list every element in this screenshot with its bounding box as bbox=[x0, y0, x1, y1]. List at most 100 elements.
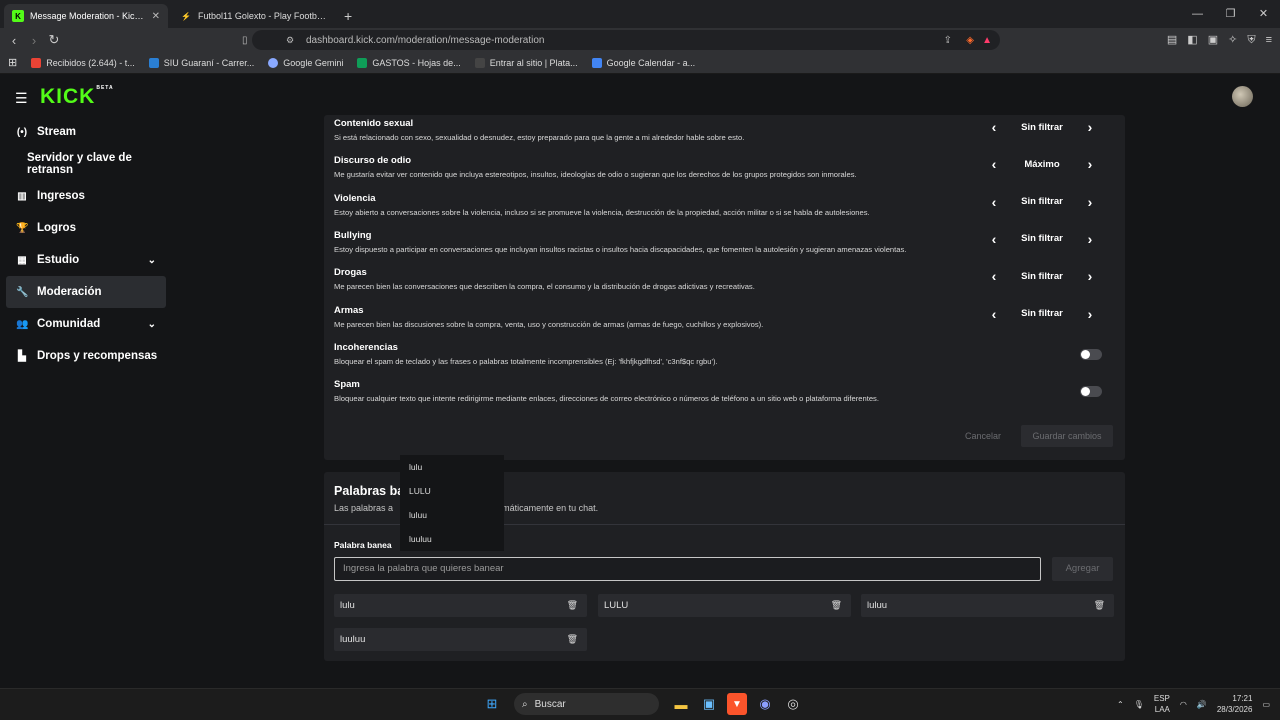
share-icon[interactable]: ⇪ bbox=[944, 35, 952, 46]
cancel-button[interactable]: Cancelar bbox=[965, 431, 1001, 441]
save-changes-button[interactable]: Guardar cambios bbox=[1021, 425, 1113, 447]
discord-icon[interactable]: ◉ bbox=[755, 693, 775, 715]
trash-icon[interactable]: 🗑 bbox=[831, 594, 842, 617]
chevron-right-icon[interactable]: › bbox=[1080, 194, 1100, 210]
system-tray: ⌃ 🎙 ESP LAA ◠ 🔊 17:21 28/3/2026 ▭ bbox=[1117, 693, 1270, 715]
chevron-left-icon[interactable]: ‹ bbox=[984, 306, 1004, 322]
apps-icon[interactable]: ⊞ bbox=[8, 56, 17, 69]
banned-word-chip: luluu 🗑 bbox=[861, 594, 1114, 617]
mic-icon[interactable]: 🎙 bbox=[1134, 700, 1144, 709]
leo-ai-icon[interactable]: ✧ bbox=[1228, 28, 1237, 52]
rule-toggle[interactable] bbox=[1080, 386, 1102, 398]
desc-left: Las palabras a bbox=[334, 503, 394, 513]
filter-level-selector: ‹ Sin filtrar › bbox=[984, 119, 1100, 135]
forward-icon[interactable]: › bbox=[24, 33, 44, 48]
back-icon[interactable]: ‹ bbox=[4, 33, 24, 48]
minimize-icon[interactable]: — bbox=[1181, 0, 1214, 28]
sidebar-item-label: Estudio bbox=[37, 254, 80, 266]
bookmark-gmail[interactable]: Recibidos (2.644) - t... bbox=[31, 57, 135, 68]
studio-icon: ▦ bbox=[17, 254, 27, 266]
chevron-left-icon[interactable]: ‹ bbox=[984, 231, 1004, 247]
banned-word-input[interactable]: Ingresa la palabra que quieres banear bbox=[334, 557, 1041, 581]
chevron-left-icon[interactable]: ‹ bbox=[984, 119, 1004, 135]
brave-rewards-icon[interactable]: ▲ bbox=[982, 35, 992, 46]
sidebar-item-ingresos[interactable]: ▥ Ingresos bbox=[6, 180, 166, 212]
sidebar-item-stream[interactable]: (•) Stream bbox=[6, 116, 166, 148]
close-window-icon[interactable]: ✕ bbox=[1247, 0, 1280, 28]
chevron-left-icon[interactable]: ‹ bbox=[984, 194, 1004, 210]
avatar[interactable] bbox=[1232, 86, 1253, 107]
language-indicator[interactable]: ESP LAA bbox=[1154, 693, 1170, 715]
bookmark-icon[interactable]: ▯ bbox=[242, 35, 248, 46]
trash-icon[interactable]: 🗑 bbox=[567, 628, 578, 651]
bookmark-calendar[interactable]: Google Calendar - a... bbox=[591, 57, 695, 68]
sidebar-icon[interactable]: ◧ bbox=[1187, 28, 1197, 52]
taskbar-search[interactable]: ⌕ Buscar bbox=[514, 693, 659, 715]
file-explorer-icon[interactable]: ▬ bbox=[671, 693, 691, 715]
tab-message-moderation[interactable]: K Message Moderation - Kick Dashb ✕ bbox=[4, 4, 168, 28]
rule-toggle[interactable] bbox=[1080, 348, 1102, 360]
bookmark-label: GASTOS - Hojas de... bbox=[372, 57, 461, 68]
tab-title: Futbol11 Golexto - Play Football Co bbox=[198, 11, 328, 21]
rule-title: Incoherencias bbox=[334, 341, 398, 353]
add-word-button[interactable]: Agregar bbox=[1052, 557, 1113, 581]
filter-level-value: Sin filtrar bbox=[1021, 196, 1063, 208]
chevron-right-icon[interactable]: › bbox=[1080, 268, 1100, 284]
autocomplete-option[interactable]: luuluu bbox=[400, 527, 504, 551]
browser-tabbar: K Message Moderation - Kick Dashb ✕ ⚡ Fu… bbox=[0, 0, 1280, 28]
chevron-left-icon[interactable]: ‹ bbox=[984, 268, 1004, 284]
wallet-icon[interactable]: ▣ bbox=[1208, 28, 1218, 52]
autocomplete-option[interactable]: LULU bbox=[400, 479, 504, 503]
sidebar-item-comunidad[interactable]: 👥 Comunidad ⌄ bbox=[6, 308, 166, 340]
bookmark-gastos[interactable]: GASTOS - Hojas de... bbox=[357, 57, 461, 68]
close-icon[interactable]: ✕ bbox=[152, 11, 160, 22]
chevron-down-icon[interactable]: ⌄ bbox=[148, 255, 156, 266]
tab-futbol11[interactable]: ⚡ Futbol11 Golexto - Play Football Co bbox=[172, 4, 336, 28]
chevron-right-icon[interactable]: › bbox=[1080, 119, 1100, 135]
bookmark-plataforma[interactable]: Entrar al sitio | Plata... bbox=[474, 57, 578, 68]
autocomplete-option[interactable]: luluu bbox=[400, 503, 504, 527]
bookmark-gemini[interactable]: Google Gemini bbox=[268, 57, 344, 68]
chevron-right-icon[interactable]: › bbox=[1080, 306, 1100, 322]
sidebar-item-drops[interactable]: ▙ Drops y recompensas bbox=[6, 340, 166, 372]
brave-icon[interactable]: ▼ bbox=[727, 693, 747, 715]
chevron-up-icon[interactable]: ⌃ bbox=[1117, 700, 1124, 709]
clock[interactable]: 17:21 28/3/2026 bbox=[1217, 693, 1253, 715]
windows-taskbar: ⊞ ⌕ Buscar ▬ ▣ ▼ ◉ ◎ ⌃ 🎙 ESP LAA ◠ 🔊 17:21… bbox=[0, 688, 1280, 720]
vpn-icon[interactable]: ⛨ bbox=[1247, 28, 1255, 52]
chevron-right-icon[interactable]: › bbox=[1080, 231, 1100, 247]
maximize-icon[interactable]: ❐ bbox=[1214, 0, 1247, 28]
windows-start-icon[interactable]: ⊞ bbox=[482, 693, 502, 715]
rule-violencia: Violencia Estoy abierto a conversaciones … bbox=[334, 193, 1114, 217]
url-field[interactable]: ▯ ⚙ dashboard.kick.com/moderation/messag… bbox=[242, 30, 1000, 50]
sidebar-item-estudio[interactable]: ▦ Estudio ⌄ bbox=[6, 244, 166, 276]
chevron-right-icon[interactable]: › bbox=[1080, 156, 1100, 172]
rule-armas: Armas Me parecen bien las discusiones sob… bbox=[334, 305, 1114, 329]
brave-shield-icon[interactable]: ◈ bbox=[966, 35, 974, 46]
kick-logo[interactable]: KICKBETA bbox=[40, 85, 114, 109]
hamburger-menu-icon[interactable]: ☰ bbox=[15, 90, 28, 107]
tab-search-icon[interactable]: ▤ bbox=[1167, 28, 1177, 52]
wifi-icon[interactable]: ◠ bbox=[1180, 700, 1187, 709]
autocomplete-option[interactable]: lulu bbox=[400, 455, 504, 479]
bookmark-label: Recibidos (2.644) - t... bbox=[46, 57, 135, 68]
sidebar-item-logros[interactable]: 🏆 Logros bbox=[6, 212, 166, 244]
trash-icon[interactable]: 🗑 bbox=[1094, 594, 1105, 617]
menu-icon[interactable]: ≡ bbox=[1266, 28, 1272, 52]
rule-drogas: Drogas Me parecen bien las conversaciones… bbox=[334, 267, 1114, 291]
site-info-icon[interactable]: ⚙ bbox=[286, 35, 294, 46]
bookmark-siu[interactable]: SIU Guaraní - Carrer... bbox=[148, 57, 254, 68]
bookmark-label: Google Gemini bbox=[283, 57, 344, 68]
store-icon[interactable]: ▣ bbox=[699, 693, 719, 715]
sidebar-item-moderacion[interactable]: 🔧 Moderación bbox=[6, 276, 166, 308]
sidebar-item-servidor[interactable]: Servidor y clave de retransn bbox=[6, 148, 166, 180]
volume-icon[interactable]: 🔊 bbox=[1197, 700, 1207, 709]
notification-icon[interactable]: ▭ bbox=[1262, 700, 1270, 709]
app-icon[interactable]: ◎ bbox=[783, 693, 803, 715]
reload-icon[interactable]: ↻ bbox=[44, 32, 64, 48]
chevron-left-icon[interactable]: ‹ bbox=[984, 156, 1004, 172]
chevron-down-icon[interactable]: ⌄ bbox=[148, 319, 156, 330]
rule-spam: Spam Bloquear cualquier texto que intente… bbox=[334, 379, 1114, 403]
new-tab-icon[interactable]: + bbox=[344, 8, 352, 24]
trash-icon[interactable]: 🗑 bbox=[567, 594, 578, 617]
